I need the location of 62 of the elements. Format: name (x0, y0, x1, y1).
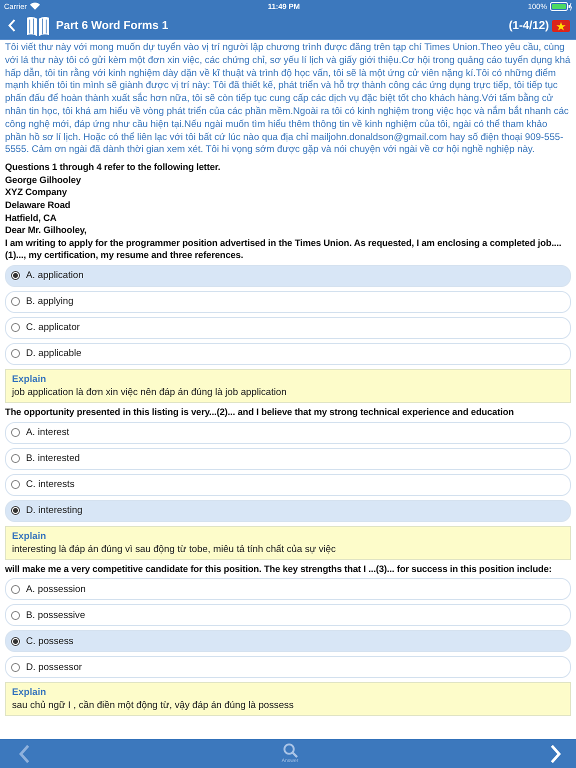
option-label: D. applicable (26, 348, 82, 360)
letter-line: Questions 1 through 4 refer to the following letter. (5, 161, 222, 174)
radio-button[interactable] (11, 271, 20, 280)
answer-option[interactable]: B. possessive (5, 604, 571, 626)
answer-option[interactable]: D. possessor (5, 656, 571, 678)
explanation-text: interesting là đáp án đúng vì sau động từ tobe, miêu tả tính chất của sự việc (12, 542, 337, 556)
answer-option[interactable]: A. interest (5, 422, 571, 444)
letter-line: Dear Mr. Gilhooley, (5, 224, 88, 237)
radio-button[interactable] (11, 323, 20, 332)
previous-chevron-icon[interactable] (18, 744, 31, 764)
radio-button[interactable] (11, 636, 20, 646)
explain-heading: Explain (12, 372, 48, 386)
answer-option[interactable]: B. interested (5, 448, 571, 470)
next-chevron-icon[interactable] (549, 744, 562, 764)
answer-option[interactable]: D. interesting (5, 500, 571, 522)
option-label: C. interests (26, 479, 75, 490)
option-label: B. possessive (26, 610, 86, 621)
radio-button[interactable] (11, 428, 20, 438)
explanation-text: job application là đơn xin việc nên đáp án đúng là job application (12, 386, 288, 399)
radio-button[interactable] (11, 480, 20, 490)
explain-heading: Explain (12, 530, 48, 543)
answer-option[interactable]: C. possess (5, 630, 571, 652)
option-label: B. interested (26, 453, 80, 464)
radio-button[interactable] (11, 349, 20, 358)
option-label: C. applicator (26, 322, 80, 334)
letter-line: Hatfield, CA (5, 212, 58, 224)
option-label: A. possession (26, 584, 86, 595)
option-label: C. possess (26, 636, 74, 647)
letter-line: XYZ Company (5, 186, 68, 199)
radio-button[interactable] (11, 662, 20, 672)
screen-title: Part 6 Word Forms 1 (56, 20, 168, 32)
radio-button[interactable] (11, 584, 20, 594)
page-counter: (1-4/12) (508, 20, 549, 32)
back-chevron-icon[interactable] (8, 19, 16, 32)
answer-option[interactable]: C. applicator (5, 316, 571, 339)
answer-option[interactable]: C. interests (5, 474, 571, 496)
letter-line: George Gilhooley (5, 174, 82, 186)
answer-option[interactable]: B. applying (5, 290, 571, 313)
wifi-icon (30, 2, 40, 10)
question-text: will make me a very competitive candidate for this position. The key strengths that I ...(3)... for success in this position include: (5, 562, 553, 576)
option-label: D. possessor (26, 662, 82, 673)
answer-option[interactable]: A. application (5, 264, 571, 287)
explanation-text: sau chủ ngữ I , cần điền một động từ, vậy đáp án đúng là possess (12, 699, 295, 712)
search-icon (282, 743, 298, 758)
book-icon (26, 14, 50, 36)
option-label: A. application (26, 270, 84, 282)
option-label: A. interest (26, 427, 70, 438)
letter-line: Delaware Road (5, 198, 72, 212)
question-text: The opportunity presented in this listing is very...(2)... and I believe that my strong technical experience and education (5, 406, 515, 419)
radio-button[interactable] (11, 454, 20, 464)
answer-option[interactable]: D. applicable (5, 342, 571, 365)
answer-option[interactable]: A. possession (5, 578, 571, 600)
question-text: I am writing to apply for the programmer position advertised in the Times Union. As requested, I am enclosing a completed job....(1)..., my certification, my resume and three references. (5, 236, 562, 262)
radio-button[interactable] (11, 610, 20, 620)
battery-icon (550, 2, 572, 10)
flag-icon[interactable] (552, 18, 570, 32)
option-label: D. interesting (26, 505, 83, 516)
translation-paragraph: Tôi viết thư này với mong muốn dự tuyển vào vị trí người lập chương trình được đăng trên tạp chí Times Union.Theo yêu cầu, cùng với lá thư này tôi có gửi kèm một đơn xin việc, các chứng chỉ, sơ yếu lí lịch và giấy giới thiệu.Cơ hội trong quảng cáo tuyển dụng khá hấp dẫn, tôi tin rằng với kinh nghiệm dày dặn về kĩ thuật và trình độ học vấn, tôi sẽ là một ứng cử viên nặng kí.Tôi có những điểm mạnh khiến tôi tin mình sẽ giành được vị trí này: Tôi đã thiết kế, phát triển và hỗ trợ thành công các ứng dụng trực tiếp, tôi tiếp tục phấn đấu để hoàn thành xuất sắc hơn nữa, tôi sẽ còn tiếp tục cung cấp các dịch vụ đặc biệt tốt cho khách hàng.Với tấm bằng cử nhân tin học, tôi khá am hiểu về vòng phát triển của các phần mềm.Ngoài ra tôi có kinh nghiệm trong việc học và nắm bắt nhanh các công nghệ mới, đáp ứng như cầu hiện tại.Nếu ngài muốn tìm hiểu thêm thông tin về kinh nghiệm của tôi, ngài có thể tham khảo phần hồ sơ lí lịch. Hoặc có thể liên lạc với tôi bất cứ lúc nào qua địa chỉ mailjohn.donaldson@gmail.com hay số điện thoại 909-555-5555. Cảm ơn ngài đã dành thời gian xem xét. Tôi hi vọng sớm được gặp và nói chuyện với ngài về cơ hội nghề nghiệp này. (5, 42, 571, 158)
radio-button[interactable] (11, 297, 20, 306)
radio-button[interactable] (11, 506, 20, 516)
option-label: B. applying (26, 296, 74, 308)
explain-heading: Explain (12, 686, 48, 700)
